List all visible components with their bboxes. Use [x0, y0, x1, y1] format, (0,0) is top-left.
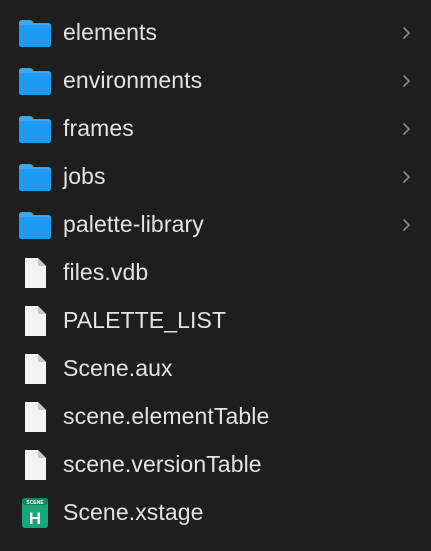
document-icon	[18, 304, 52, 338]
list-item-file[interactable]: files.vdb	[0, 249, 431, 297]
item-name: frames	[63, 114, 134, 141]
list-item-folder[interactable]: palette-library	[0, 201, 431, 249]
chevron-right-icon[interactable]	[400, 168, 414, 186]
file-list: elements environments frames jobs palett…	[0, 9, 431, 537]
document-icon	[18, 448, 52, 482]
folder-icon	[18, 208, 52, 242]
scene-app-icon: SCENE H	[18, 496, 52, 530]
item-name: files.vdb	[63, 258, 149, 285]
list-item-file[interactable]: scene.versionTable	[0, 441, 431, 489]
list-item-file[interactable]: SCENE H Scene.xstage	[0, 489, 431, 537]
folder-icon	[18, 112, 52, 146]
folder-icon	[18, 16, 52, 50]
item-name: environments	[63, 66, 203, 93]
chevron-right-icon[interactable]	[400, 216, 414, 234]
item-name: Scene.aux	[63, 354, 173, 381]
chevron-right-icon[interactable]	[400, 72, 414, 90]
list-item-folder[interactable]: environments	[0, 57, 431, 105]
list-item-file[interactable]: Scene.aux	[0, 345, 431, 393]
item-name: PALETTE_LIST	[63, 306, 227, 333]
item-name: jobs	[63, 162, 106, 189]
list-item-folder[interactable]: elements	[0, 9, 431, 57]
item-name: scene.elementTable	[63, 402, 270, 429]
chevron-right-icon[interactable]	[400, 24, 414, 42]
scene-badge-text: SCENE	[26, 500, 44, 506]
chevron-right-icon[interactable]	[400, 120, 414, 138]
list-item-folder[interactable]: frames	[0, 105, 431, 153]
item-name: scene.versionTable	[63, 450, 262, 477]
list-item-file[interactable]: scene.elementTable	[0, 393, 431, 441]
document-icon	[18, 352, 52, 386]
document-icon	[18, 400, 52, 434]
folder-icon	[18, 64, 52, 98]
item-name: palette-library	[63, 210, 204, 237]
item-name: Scene.xstage	[63, 498, 204, 525]
list-item-file[interactable]: PALETTE_LIST	[0, 297, 431, 345]
scene-badge-letter: H	[29, 509, 41, 528]
document-icon	[18, 256, 52, 290]
item-name: elements	[63, 18, 158, 45]
list-item-folder[interactable]: jobs	[0, 153, 431, 201]
folder-icon	[18, 160, 52, 194]
